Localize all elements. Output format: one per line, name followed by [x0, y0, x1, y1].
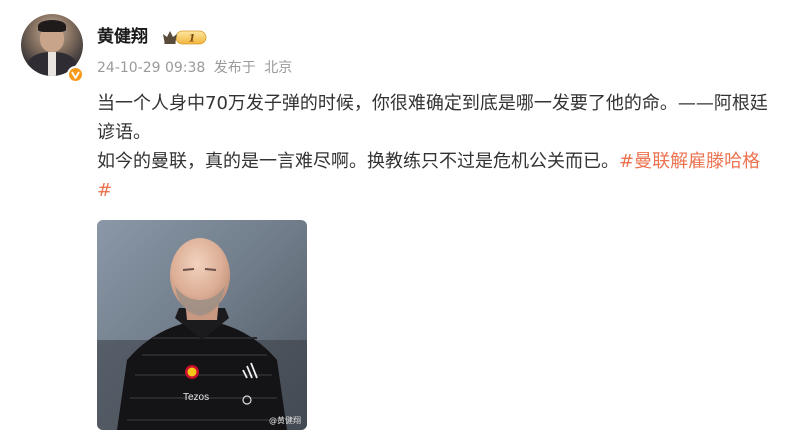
post-source-prefix: 发布于 [213, 60, 256, 76]
post-image-graphic: Tezos [97, 220, 307, 430]
post-text-body: 如今的曼联，真的是一言难尽啊。换教练只不过是危机公关而已。 [97, 151, 619, 172]
post-content: 当一个人身中70万发子弹的时候，你很难确定到底是哪一发要了他的命。——阿根廷谚语… [97, 89, 772, 205]
post-meta: 24-10-29 09:38 发布于 北京 [97, 59, 296, 77]
post-text-line-1: 当一个人身中70万发子弹的时候，你很难确定到底是哪一发要了他的命。——阿根廷谚语… [97, 93, 768, 143]
author-avatar[interactable] [21, 14, 84, 83]
crown-vip-icon[interactable]: 1 [162, 29, 208, 46]
author-name[interactable]: 黄健翔 [97, 27, 148, 47]
post-location: 北京 [264, 60, 293, 76]
image-watermark: @黄健翔 [269, 416, 301, 425]
svg-text:Tezos: Tezos [183, 392, 209, 403]
post-time[interactable]: 24-10-29 09:38 [97, 60, 205, 76]
post-image[interactable]: Tezos @黄健翔 [97, 220, 307, 430]
post-text-line-2: 如今的曼联，真的是一言难尽啊。换教练只不过是危机公关而已。#曼联解雇滕哈格# [97, 147, 772, 205]
verified-v-icon [67, 66, 84, 83]
vip-level: 1 [189, 34, 196, 45]
